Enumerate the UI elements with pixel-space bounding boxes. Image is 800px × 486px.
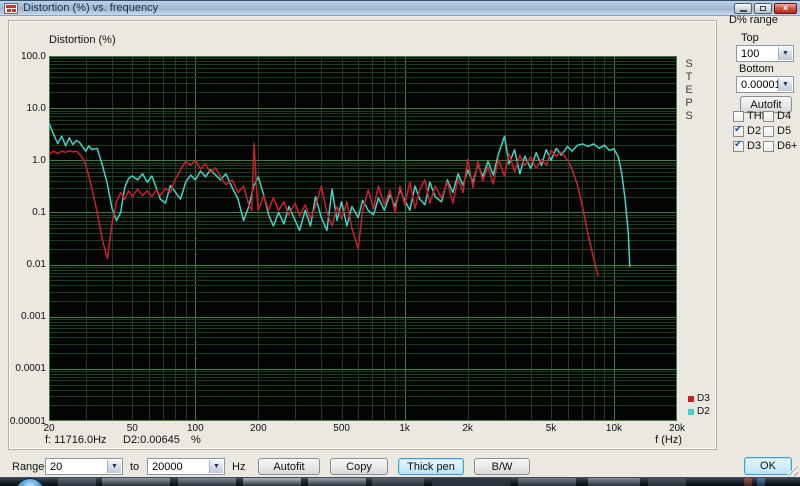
d-range-group-label: D% range — [729, 14, 778, 26]
taskbar-item[interactable] — [102, 478, 170, 486]
checkbox-label: D5 — [777, 125, 791, 137]
screen: Distortion (%) vs. frequency × Distortio… — [0, 0, 800, 486]
taskbar-item[interactable] — [588, 478, 640, 486]
taskbar-item[interactable] — [308, 478, 366, 486]
x-tick-label: 5k — [546, 423, 557, 434]
thick-pen-button[interactable]: Thick pen — [398, 458, 464, 475]
x-tick-label: 2k — [462, 423, 473, 434]
chevron-down-icon: ▼ — [107, 460, 121, 473]
chevron-down-icon: ▼ — [209, 460, 223, 473]
bottom-label: Bottom — [739, 63, 774, 75]
checkbox-d5[interactable]: D5 — [763, 125, 791, 137]
checkbox-label: D3 — [747, 140, 761, 152]
y-tick-label: 10.0 — [3, 103, 46, 114]
checkbox-d3[interactable]: ✔ D3 — [733, 140, 761, 152]
taskbar-item[interactable] — [432, 478, 510, 486]
legend-item: D2 — [688, 405, 710, 418]
x-tick-label: 100 — [187, 423, 204, 434]
taskbar-item[interactable] — [744, 478, 752, 486]
taskbar-item[interactable] — [178, 478, 236, 486]
legend-item: D3 — [688, 392, 710, 405]
x-tick-label: 20k — [669, 423, 685, 434]
legend-swatch — [688, 396, 694, 402]
minimize-icon — [740, 10, 747, 12]
checkbox-d6plus[interactable]: D6+ — [763, 140, 798, 152]
x-tick-label: 1k — [399, 423, 410, 434]
y-tick-label: 1.0 — [3, 155, 46, 166]
legend-label: D3 — [697, 393, 710, 404]
taskbar-item[interactable] — [243, 478, 301, 486]
checkbox-label: D2 — [747, 125, 761, 137]
taskbar-item[interactable] — [757, 478, 765, 486]
checkbox-box — [763, 111, 774, 122]
plot-title: Distortion (%) — [49, 34, 116, 46]
d2-trace — [49, 123, 630, 267]
range-to-select[interactable]: 20000 ▼ — [147, 458, 225, 475]
checkbox-label: D4 — [777, 110, 791, 122]
checkbox-box: ✔ — [733, 141, 744, 152]
bottom-range-select[interactable]: 0.00001 ▼ — [736, 76, 794, 93]
x-tick-label: 20 — [43, 423, 54, 434]
title-bar: Distortion (%) vs. frequency × — [0, 0, 800, 16]
x-tick-label: 500 — [333, 423, 350, 434]
y-tick-label: 100.0 — [3, 51, 46, 62]
chevron-down-icon: ▼ — [778, 47, 792, 60]
checkbox-box — [763, 141, 774, 152]
b-w-button[interactable]: B/W — [474, 458, 530, 475]
top-label: Top — [741, 32, 759, 44]
window-title: Distortion (%) vs. frequency — [23, 2, 158, 14]
taskbar-item[interactable] — [372, 478, 424, 486]
close-icon: × — [783, 4, 788, 13]
copy-button[interactable]: Copy — [330, 458, 388, 475]
minimize-button[interactable] — [734, 3, 752, 14]
taskbar-item[interactable] — [648, 478, 686, 486]
checkbox-d2[interactable]: ✔ D2 — [733, 125, 761, 137]
y-tick-label: 0.001 — [3, 311, 46, 322]
start-button[interactable] — [15, 478, 45, 486]
autofit-button[interactable]: Autofit — [258, 458, 320, 475]
checkbox-label: D6+ — [777, 140, 798, 152]
y-tick-label: 0.1 — [3, 207, 46, 218]
top-range-select[interactable]: 100 ▼ — [736, 45, 794, 62]
checkbox-box — [733, 111, 744, 122]
cursor-unit: % — [191, 434, 201, 446]
restore-button[interactable] — [754, 3, 772, 14]
cursor-frequency: f: 11716.0Hz — [45, 434, 107, 446]
y-tick-label: 0.00001 — [3, 416, 46, 427]
legend-label: D2 — [697, 406, 710, 417]
to-label: to — [130, 461, 139, 473]
distortion-plot[interactable] — [49, 56, 677, 421]
taskbar — [0, 477, 800, 486]
plot-legend: D3D2 — [688, 392, 710, 418]
unit-label: Hz — [232, 461, 245, 473]
x-axis-label: f (Hz) — [609, 434, 682, 446]
app-icon — [4, 3, 18, 14]
checkbox-d4[interactable]: D4 — [763, 110, 791, 122]
taskbar-item[interactable] — [518, 478, 576, 486]
ok-button[interactable]: OK — [744, 457, 792, 475]
chevron-down-icon: ▼ — [778, 78, 792, 91]
plot-panel: Distortion (%) 100.010.01.00.10.010.0010… — [8, 20, 717, 450]
x-tick-label: 200 — [250, 423, 267, 434]
y-tick-label: 0.0001 — [3, 363, 46, 374]
range-label: Range: — [12, 461, 47, 473]
y-tick-label: 0.01 — [3, 259, 46, 270]
checkbox-box: ✔ — [733, 126, 744, 137]
legend-swatch — [688, 409, 694, 415]
restore-icon — [760, 6, 766, 11]
taskbar-item[interactable] — [58, 478, 96, 486]
x-tick-label: 10k — [606, 423, 622, 434]
checkbox-box — [763, 126, 774, 137]
steps-watermark: STEPS — [681, 58, 697, 123]
check-icon: ✔ — [734, 124, 742, 135]
x-tick-label: 50 — [127, 423, 138, 434]
cursor-value: D2:0.00645 — [123, 434, 180, 446]
check-icon: ✔ — [734, 139, 742, 150]
range-from-select[interactable]: 20 ▼ — [45, 458, 123, 475]
close-button[interactable]: × — [774, 3, 797, 14]
